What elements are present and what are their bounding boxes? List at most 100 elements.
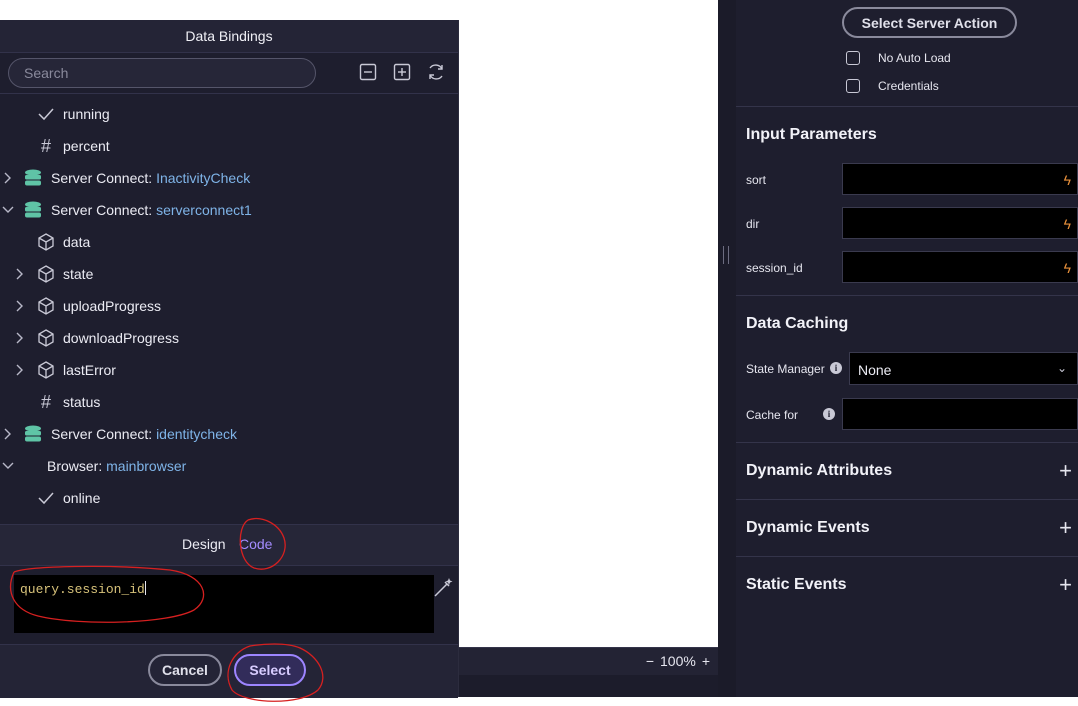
param-label-dir: dir	[746, 217, 760, 231]
tree-item-running[interactable]: running	[0, 98, 458, 130]
cube-icon	[38, 297, 54, 315]
credentials-label: Credentials	[878, 79, 939, 93]
zoom-level: 100%	[660, 653, 696, 669]
dynamic-events-title: Dynamic Events	[746, 519, 870, 536]
binding-tree: running # percent Server Connect: Inacti…	[0, 94, 458, 524]
chevron-right-icon[interactable]	[1, 171, 15, 185]
tree-item-downloadprogress[interactable]: downloadProgress	[0, 322, 458, 354]
tree-item-label: lastError	[63, 362, 116, 378]
cube-icon	[38, 233, 54, 251]
state-manager-label: State Manager	[746, 362, 825, 376]
input-parameters-title: Input Parameters	[746, 126, 877, 143]
cache-for-input[interactable]	[842, 398, 1078, 430]
data-bindings-dialog: Data Bindings running # percent	[0, 20, 459, 698]
database-icon	[25, 201, 41, 218]
canvas-status-bar: − 100% +	[458, 647, 718, 676]
chevron-down-icon[interactable]	[1, 203, 15, 217]
param-sort-input[interactable]: ϟ	[842, 163, 1078, 195]
no-auto-load-checkbox[interactable]	[846, 51, 860, 65]
dialog-footer: Cancel Select	[0, 644, 458, 698]
select-server-action-button[interactable]: Select Server Action	[842, 7, 1017, 38]
splitter-grip-icon[interactable]	[723, 246, 729, 264]
canvas-bottom-strip	[458, 675, 718, 697]
credentials-checkbox[interactable]	[846, 79, 860, 93]
tree-item-label: online	[63, 490, 101, 506]
lightning-icon[interactable]: ϟ	[1064, 260, 1071, 276]
tree-item-data[interactable]: data	[0, 226, 458, 258]
no-auto-load-label: No Auto Load	[878, 51, 951, 65]
param-label-sort: sort	[746, 173, 767, 187]
tree-item-serverconnect1[interactable]: Server Connect: serverconnect1	[0, 194, 458, 226]
tree-item-label: running	[63, 106, 110, 122]
tree-item-label: percent	[63, 138, 110, 154]
divider	[736, 442, 1078, 443]
cube-icon	[38, 361, 54, 379]
panel-splitter[interactable]	[718, 0, 736, 697]
tree-item-label: downloadProgress	[63, 330, 179, 346]
hash-icon: #	[40, 391, 51, 412]
zoom-out-button[interactable]: −	[646, 653, 654, 669]
select-button[interactable]: Select	[234, 654, 306, 686]
tab-code[interactable]: Code	[239, 536, 272, 552]
tree-item-label: status	[63, 394, 101, 410]
tree-item-percent[interactable]: # percent	[0, 130, 458, 162]
cache-for-label: Cache for	[746, 408, 799, 422]
tree-item-label: Server Connect: InactivityCheck	[51, 170, 251, 186]
collapse-all-icon[interactable]	[359, 63, 377, 81]
tree-item-uploadprogress[interactable]: uploadProgress	[0, 290, 458, 322]
dialog-title: Data Bindings	[0, 20, 458, 53]
lightning-icon[interactable]: ϟ	[1064, 216, 1071, 232]
code-editor[interactable]: query.session_id	[14, 575, 434, 633]
cancel-button[interactable]: Cancel	[148, 654, 222, 686]
param-dir-input[interactable]: ϟ	[842, 207, 1078, 239]
magic-wand-icon[interactable]	[432, 577, 454, 599]
zoom-control: − 100% +	[646, 653, 710, 669]
credentials-option[interactable]: Credentials	[846, 79, 939, 93]
chevron-right-icon[interactable]	[13, 331, 27, 345]
check-icon	[38, 492, 54, 505]
tree-item-mainbrowser[interactable]: Browser: mainbrowser	[0, 450, 458, 482]
state-manager-select[interactable]: None ⌄	[849, 352, 1078, 385]
tab-design[interactable]: Design	[182, 536, 226, 552]
zoom-in-button[interactable]: +	[702, 653, 710, 669]
tree-item-inactivitycheck[interactable]: Server Connect: InactivityCheck	[0, 162, 458, 194]
info-icon[interactable]: i	[830, 362, 842, 374]
no-auto-load-option[interactable]: No Auto Load	[846, 51, 951, 65]
divider	[736, 295, 1078, 296]
hash-icon: #	[40, 135, 51, 156]
chevron-right-icon[interactable]	[13, 267, 27, 281]
add-dynamic-event-icon[interactable]: +	[1059, 517, 1072, 539]
database-icon	[25, 425, 41, 442]
tree-item-status[interactable]: # status	[0, 386, 458, 418]
tree-item-lasterror[interactable]: lastError	[0, 354, 458, 386]
expand-all-icon[interactable]	[393, 63, 411, 81]
data-caching-title: Data Caching	[746, 315, 849, 332]
tree-item-label: data	[63, 234, 91, 250]
chevron-right-icon[interactable]	[13, 363, 27, 377]
tree-item-identitycheck[interactable]: Server Connect: identitycheck	[0, 418, 458, 450]
chevron-down-icon: ⌄	[1056, 361, 1067, 375]
state-manager-value: None	[858, 362, 892, 378]
divider	[736, 556, 1078, 557]
search-input[interactable]	[8, 58, 316, 88]
tree-item-label: uploadProgress	[63, 298, 162, 314]
add-dynamic-attribute-icon[interactable]: +	[1059, 460, 1072, 482]
tree-item-online[interactable]: online	[0, 482, 458, 514]
lightning-icon[interactable]: ϟ	[1064, 172, 1071, 188]
tree-item-label: Browser: mainbrowser	[47, 458, 187, 474]
chevron-down-icon[interactable]	[1, 459, 15, 473]
code-text: query.session_id	[20, 581, 146, 597]
dialog-toolbar	[0, 53, 458, 94]
refresh-icon[interactable]	[426, 62, 446, 82]
tree-item-label: state	[63, 266, 94, 282]
dynamic-attributes-title: Dynamic Attributes	[746, 462, 893, 479]
chevron-right-icon[interactable]	[1, 427, 15, 441]
add-static-event-icon[interactable]: +	[1059, 574, 1072, 596]
cube-icon	[38, 329, 54, 347]
info-icon[interactable]: i	[823, 408, 835, 420]
param-session-id-input[interactable]: ϟ	[842, 251, 1078, 283]
check-icon	[38, 108, 54, 121]
tree-item-label: Server Connect: identitycheck	[51, 426, 237, 442]
chevron-right-icon[interactable]	[13, 299, 27, 313]
tree-item-state[interactable]: state	[0, 258, 458, 290]
